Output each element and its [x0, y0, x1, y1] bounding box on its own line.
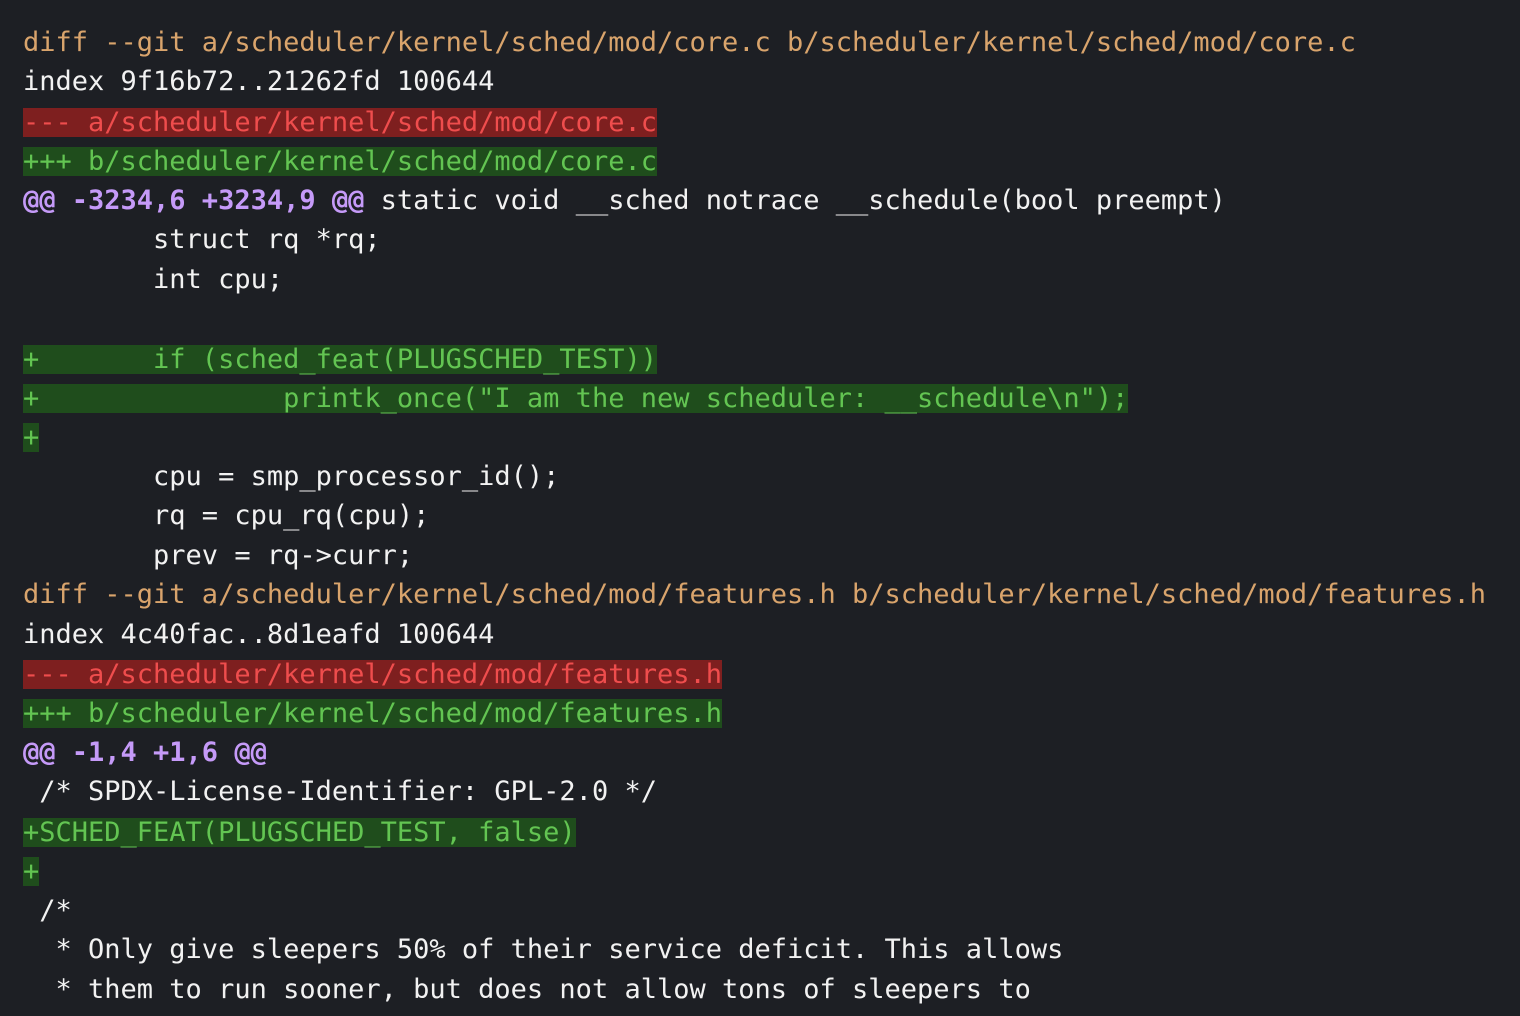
- diff-file-header: diff --git a/scheduler/kernel/sched/mod/…: [23, 579, 1486, 611]
- diff-row: rq = cpu_rq(cpu);: [23, 496, 1520, 535]
- diff-row: [23, 299, 1520, 338]
- diff-row: +SCHED_FEAT(PLUGSCHED_TEST, false): [23, 812, 1520, 851]
- diff-row: index 4c40fac..8d1eafd 100644: [23, 615, 1520, 654]
- diff-removed-line: --- a/scheduler/kernel/sched/mod/feature…: [23, 659, 722, 690]
- diff-line: * them to run sooner, but does not allow…: [23, 973, 1031, 1005]
- diff-row: +++ b/scheduler/kernel/sched/mod/core.c: [23, 141, 1520, 180]
- diff-added-line: +SCHED_FEAT(PLUGSCHED_TEST, false): [23, 816, 576, 848]
- diff-row: --- a/scheduler/kernel/sched/mod/feature…: [23, 654, 1520, 693]
- diff-line: rq = cpu_rq(cpu);: [23, 500, 430, 532]
- diff-row: /* SPDX-License-Identifier: GPL-2.0 */: [23, 772, 1520, 811]
- diff-row: cpu = smp_processor_id();: [23, 457, 1520, 496]
- diff-row: +: [23, 851, 1520, 890]
- diff-added-line: +: [23, 856, 40, 888]
- diff-removed-line: --- a/scheduler/kernel/sched/mod/core.c: [23, 106, 657, 138]
- diff-row: + if (sched_feat(PLUGSCHED_TEST)): [23, 339, 1520, 378]
- diff-row: prev = rq->curr;: [23, 536, 1520, 575]
- diff-row: @@ -3234,6 +3234,9 @@ static void __sche…: [23, 181, 1520, 220]
- diff-line: cpu = smp_processor_id();: [23, 460, 560, 492]
- diff-row: * Only give sleepers 50% of their servic…: [23, 930, 1520, 969]
- diff-row: + printk_once("I am the new scheduler: _…: [23, 378, 1520, 417]
- diff-line: /*: [23, 894, 72, 926]
- diff-row: /*: [23, 891, 1520, 930]
- diff-line: int cpu;: [23, 263, 284, 295]
- diff-added-line: +: [23, 422, 40, 454]
- hunk-context: static void __sched notrace __schedule(b…: [364, 184, 1226, 216]
- diff-line: index 4c40fac..8d1eafd 100644: [23, 618, 495, 650]
- diff-row: int cpu;: [23, 260, 1520, 299]
- diff-row: diff --git a/scheduler/kernel/sched/mod/…: [23, 23, 1520, 62]
- diff-line: * Only give sleepers 50% of their servic…: [23, 934, 1064, 966]
- diff-row: * them to run sooner, but does not allow…: [23, 970, 1520, 1009]
- diff-row: +: [23, 417, 1520, 456]
- diff-file-header: diff --git a/scheduler/kernel/sched/mod/…: [23, 27, 1356, 58]
- terminal-window: diff --git a/scheduler/kernel/sched/mod/…: [0, 0, 1520, 1016]
- diff-row: --- a/scheduler/kernel/sched/mod/core.c: [23, 102, 1520, 141]
- diff-row: +++ b/scheduler/kernel/sched/mod/feature…: [23, 693, 1520, 732]
- diff-line: prev = rq->curr;: [23, 539, 414, 571]
- diff-line: /* SPDX-License-Identifier: GPL-2.0 */: [23, 776, 657, 808]
- diff-row: diff --git a/scheduler/kernel/sched/mod/…: [23, 575, 1520, 614]
- diff-line: struct rq *rq;: [23, 224, 381, 256]
- diff-added-line: +++ b/scheduler/kernel/sched/mod/core.c: [23, 146, 657, 178]
- diff-added-line: + printk_once("I am the new scheduler: _…: [23, 382, 1129, 414]
- diff-row: @@ -1,4 +1,6 @@: [23, 733, 1520, 772]
- diff-row: struct rq *rq;: [23, 220, 1520, 259]
- diff-line: index 9f16b72..21262fd 100644: [23, 66, 495, 98]
- diff-row: index 9f16b72..21262fd 100644: [23, 62, 1520, 101]
- hunk-range: @@ -3234,6 +3234,9 @@: [23, 184, 365, 216]
- diff-added-line: + if (sched_feat(PLUGSCHED_TEST)): [23, 343, 657, 375]
- hunk-range: @@ -1,4 +1,6 @@: [23, 736, 267, 768]
- diff-output: diff --git a/scheduler/kernel/sched/mod/…: [23, 23, 1520, 1009]
- diff-added-line: +++ b/scheduler/kernel/sched/mod/feature…: [23, 698, 722, 730]
